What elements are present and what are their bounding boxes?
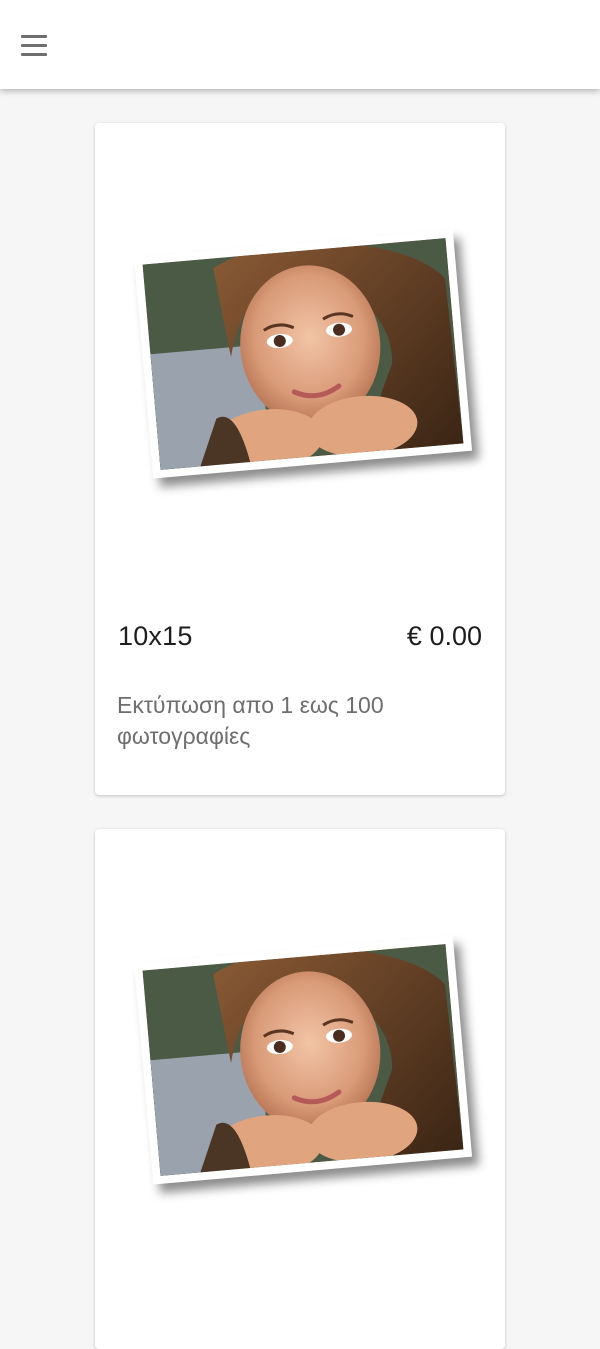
product-title: 10x15: [118, 621, 193, 651]
product-card-2[interactable]: [95, 829, 505, 1349]
product-image-area: [95, 829, 505, 1299]
photo-print-image: [133, 935, 473, 1185]
photo-print-image: [133, 229, 473, 479]
product-description: Εκτύπωση απο 1 εως 100 φωτογραφίες: [117, 692, 384, 749]
menu-line: [21, 43, 47, 47]
product-image-area: [95, 123, 505, 593]
photo-content: [142, 238, 464, 470]
hamburger-menu-icon[interactable]: [14, 28, 54, 62]
child-portrait-illustration: [142, 944, 464, 1176]
child-portrait-illustration: [142, 238, 464, 470]
top-app-bar: [0, 0, 600, 89]
menu-line: [21, 34, 47, 38]
product-card-10x15[interactable]: 10x15 € 0.00 Εκτύπωση απο 1 εως 100 φωτο…: [95, 123, 505, 795]
product-price: € 0.00: [406, 621, 482, 651]
photo-content: [142, 944, 464, 1176]
menu-line: [21, 52, 47, 56]
